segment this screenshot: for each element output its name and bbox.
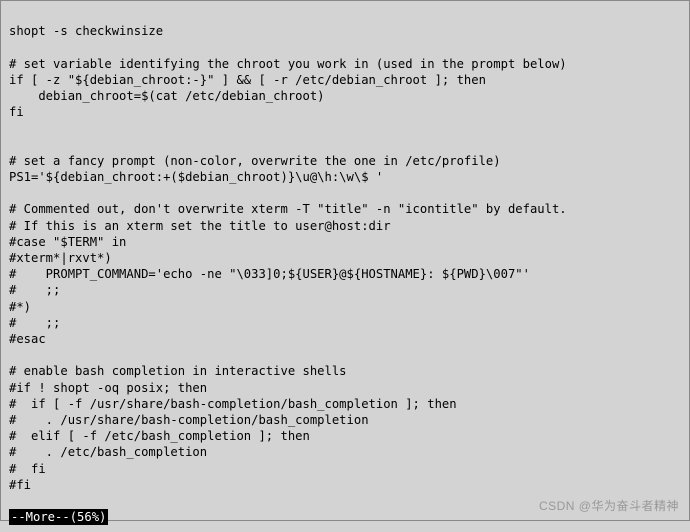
- watermark: CSDN @华为奋斗者精神: [539, 498, 679, 514]
- terminal-output: shopt -s checkwinsize # set variable ide…: [1, 1, 689, 532]
- pager-status[interactable]: --More--(56%): [9, 509, 108, 525]
- file-content: shopt -s checkwinsize # set variable ide…: [9, 24, 567, 492]
